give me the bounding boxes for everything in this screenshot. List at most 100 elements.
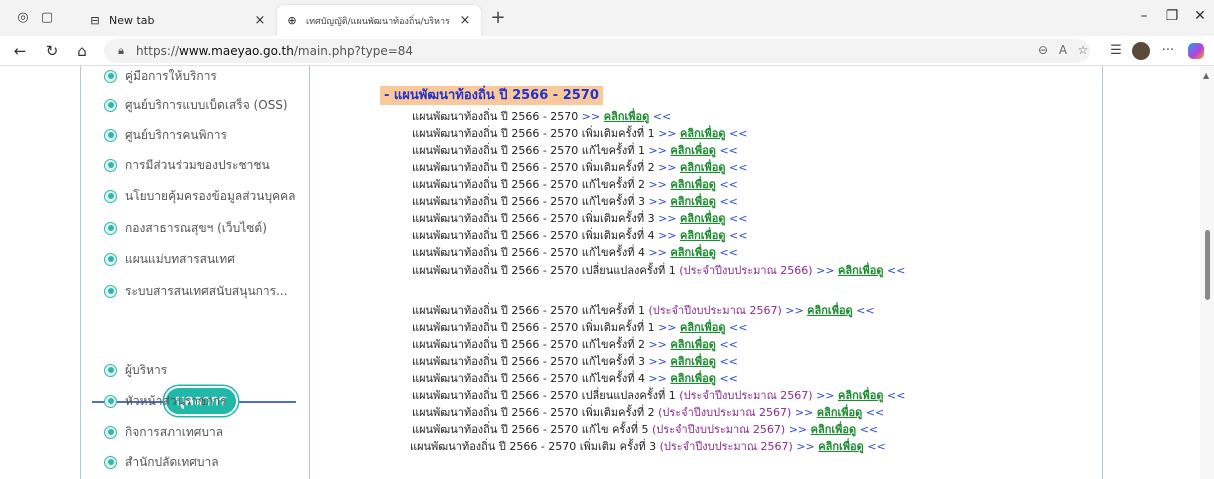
- arrow-right: <<: [719, 178, 738, 191]
- sidebar-item-it-masterplan[interactable]: แผนแม่บทสารสนเทศ: [104, 249, 235, 269]
- tab-new-tab[interactable]: ⊟ New tab ×: [80, 5, 276, 36]
- close-icon[interactable]: ×: [252, 13, 268, 28]
- plan-row: แผนพัฒนาท้องถิ่น ปี 2566 - 2570 >> คลิกเ…: [412, 108, 671, 125]
- view-link[interactable]: คลิกเพื่อดู: [680, 161, 726, 174]
- view-link[interactable]: คลิกเพื่อดู: [680, 321, 726, 334]
- plan-row-label: แผนพัฒนาท้องถิ่น ปี 2566 - 2570 แก้ไขครั…: [412, 355, 645, 368]
- more-menu-icon[interactable]: ···: [1158, 41, 1178, 61]
- page-title: - แผนพัฒนาท้องถิ่น ปี 2566 - 2570: [380, 86, 603, 105]
- sidebar-item-disabled-center[interactable]: ศูนย์บริการคนพิการ: [104, 125, 227, 145]
- bullet-icon: [104, 69, 117, 83]
- restore-icon[interactable]: ❐: [1162, 8, 1182, 24]
- arrow-right: <<: [719, 372, 738, 385]
- address-bar[interactable]: 🔒︎ https://www.maeyao.go.th/main.php?typ…: [104, 39, 1090, 63]
- sidebar-item-participation[interactable]: การมีส่วนร่วมของประชาชน: [104, 155, 270, 175]
- sidebar-item-council[interactable]: กิจการสภาเทศบาล: [104, 422, 223, 442]
- sidebar-item-public-health[interactable]: กองสาธารณสุขฯ (เว็บไซต์): [104, 218, 267, 238]
- divider: [1102, 66, 1103, 479]
- sidebar-item-info-system[interactable]: ระบบสารสนเทศสนับสนุนการ...: [104, 281, 288, 301]
- sidebar-item-oss[interactable]: ศูนย์บริการแบบเบ็ดเสร็จ (OSS): [104, 95, 288, 115]
- lock-icon[interactable]: 🔒︎: [114, 44, 128, 58]
- zoom-icon[interactable]: ⊖: [1034, 43, 1052, 57]
- view-link[interactable]: คลิกเพื่อดู: [680, 229, 726, 242]
- plan-row: แผนพัฒนาท้องถิ่น ปี 2566 - 2570 เพิ่มเติ…: [412, 210, 747, 227]
- plan-row: แผนพัฒนาท้องถิ่น ปี 2566 - 2570 แก้ไขครั…: [412, 142, 738, 159]
- window-close-icon[interactable]: ✕: [1190, 8, 1210, 24]
- sidebar-item-executives[interactable]: ผู้บริหาร: [104, 360, 167, 380]
- view-link[interactable]: คลิกเพื่อดู: [807, 304, 853, 317]
- sidebar-item-service-manual[interactable]: คู่มือการให้บริการ: [104, 66, 217, 86]
- view-link[interactable]: คลิกเพื่อดู: [818, 440, 864, 453]
- view-link[interactable]: คลิกเพื่อดู: [670, 246, 716, 259]
- plan-row-label: แผนพัฒนาท้องถิ่น ปี 2566 - 2570 แก้ไขครั…: [412, 304, 645, 317]
- favorites-icon[interactable]: ☰: [1106, 41, 1126, 61]
- page-content: คู่มือการให้บริการ ศูนย์บริการแบบเบ็ดเสร…: [0, 66, 1214, 479]
- favorite-star-icon[interactable]: ☆: [1074, 43, 1092, 57]
- sidebar-item-office[interactable]: สำนักปลัดเทศบาล: [104, 452, 219, 472]
- arrow-left: >>: [658, 212, 677, 225]
- view-link[interactable]: คลิกเพื่อดู: [817, 406, 863, 419]
- arrow-right: <<: [887, 389, 906, 402]
- sidebar-item-privacy-policy[interactable]: นโยบายคุ้มครองข้อมูลส่วนบุคคล: [104, 186, 296, 206]
- reload-button[interactable]: ↻: [42, 41, 62, 61]
- plan-row: แผนพัฒนาท้องถิ่น ปี 2566 - 2570 แก้ไขครั…: [412, 370, 738, 387]
- minimize-icon[interactable]: –: [1134, 8, 1154, 24]
- divider: [309, 66, 310, 479]
- address-toolbar: ← ↻ ⌂ 🔒︎ https://www.maeyao.go.th/main.p…: [0, 36, 1214, 66]
- arrow-right: <<: [729, 321, 748, 334]
- plan-row-label: แผนพัฒนาท้องถิ่น ปี 2566 - 2570 แก้ไขครั…: [412, 246, 645, 259]
- bullet-icon: [104, 158, 117, 172]
- view-link[interactable]: คลิกเพื่อดู: [680, 127, 726, 140]
- sidebar-item-label: กิจการสภาเทศบาล: [125, 424, 224, 439]
- sidebar-item-label: ระบบสารสนเทศสนับสนุนการ...: [125, 283, 288, 298]
- plan-row-label: แผนพัฒนาท้องถิ่น ปี 2566 - 2570 เปลี่ยนแ…: [412, 389, 676, 402]
- fiscal-year-note: (ประจำปีงบประมาณ 2567): [651, 423, 786, 436]
- scroll-up-icon[interactable]: ▲: [1203, 71, 1209, 80]
- plan-row-label: แผนพัฒนาท้องถิ่น ปี 2566 - 2570 แก้ไข คร…: [412, 423, 649, 436]
- view-link[interactable]: คลิกเพื่อดู: [670, 195, 716, 208]
- plan-row: แผนพัฒนาท้องถิ่น ปี 2566 - 2570 เพิ่มเติ…: [412, 227, 747, 244]
- arrow-left: >>: [658, 229, 677, 242]
- bullet-icon: [104, 425, 117, 439]
- plan-row: แผนพัฒนาท้องถิ่น ปี 2566 - 2570 เปลี่ยนแ…: [412, 387, 905, 404]
- sidebar-item-label: กองสาธารณสุขฯ (เว็บไซต์): [125, 220, 267, 235]
- view-link[interactable]: คลิกเพื่อดู: [604, 110, 650, 123]
- view-link[interactable]: คลิกเพื่อดู: [670, 178, 716, 191]
- scrollbar-thumb[interactable]: [1205, 230, 1210, 300]
- arrow-right: <<: [865, 406, 885, 419]
- view-link[interactable]: คลิกเพื่อดู: [811, 423, 857, 436]
- arrow-left: >>: [816, 389, 835, 402]
- close-icon[interactable]: ×: [457, 13, 473, 28]
- view-link[interactable]: คลิกเพื่อดู: [680, 212, 726, 225]
- view-link[interactable]: คลิกเพื่อดู: [670, 144, 716, 157]
- view-link[interactable]: คลิกเพื่อดู: [838, 389, 884, 402]
- profile-avatar[interactable]: [1132, 42, 1150, 60]
- view-link[interactable]: คลิกเพื่อดู: [838, 264, 884, 277]
- bullet-icon: [104, 363, 117, 377]
- arrow-right: <<: [719, 195, 738, 208]
- tab-actions-icon[interactable]: ▢: [38, 9, 56, 27]
- arrow-right: <<: [867, 440, 886, 453]
- plan-row: แผนพัฒนาท้องถิ่น ปี 2566 - 2570 เปลี่ยนแ…: [412, 262, 905, 279]
- arrow-left: >>: [581, 110, 601, 123]
- sidebar-item-department-heads[interactable]: หัวหน้าส่วนราชการ: [104, 391, 227, 411]
- bullet-icon: [104, 221, 117, 235]
- url-text[interactable]: https://www.maeyao.go.th/main.php?type=8…: [136, 44, 413, 58]
- workspaces-icon[interactable]: ◎: [14, 9, 32, 27]
- view-link[interactable]: คลิกเพื่อดู: [670, 338, 716, 351]
- plan-row: แผนพัฒนาท้องถิ่น ปี 2566 - 2570 แก้ไขครั…: [412, 176, 738, 193]
- tab-maeyao[interactable]: ⊕ เทศบัญญัติ/แผนพัฒนาท้องถิ่น/บริหาร ×: [277, 5, 481, 36]
- read-aloud-icon[interactable]: A: [1054, 43, 1072, 57]
- new-tab-button[interactable]: +: [488, 8, 508, 28]
- plan-row-label: แผนพัฒนาท้องถิ่น ปี 2566 - 2570 เพิ่มเติ…: [412, 127, 655, 140]
- view-link[interactable]: คลิกเพื่อดู: [670, 355, 716, 368]
- arrow-left: >>: [658, 321, 677, 334]
- sidebar-item-label: ผู้บริหาร: [125, 362, 168, 377]
- arrow-left: >>: [648, 178, 667, 191]
- tab-title: New tab: [109, 14, 155, 27]
- section-rule: [238, 401, 296, 403]
- view-link[interactable]: คลิกเพื่อดู: [670, 372, 716, 385]
- home-button[interactable]: ⌂: [72, 41, 92, 61]
- back-button[interactable]: ←: [10, 41, 30, 61]
- copilot-icon[interactable]: [1188, 43, 1204, 59]
